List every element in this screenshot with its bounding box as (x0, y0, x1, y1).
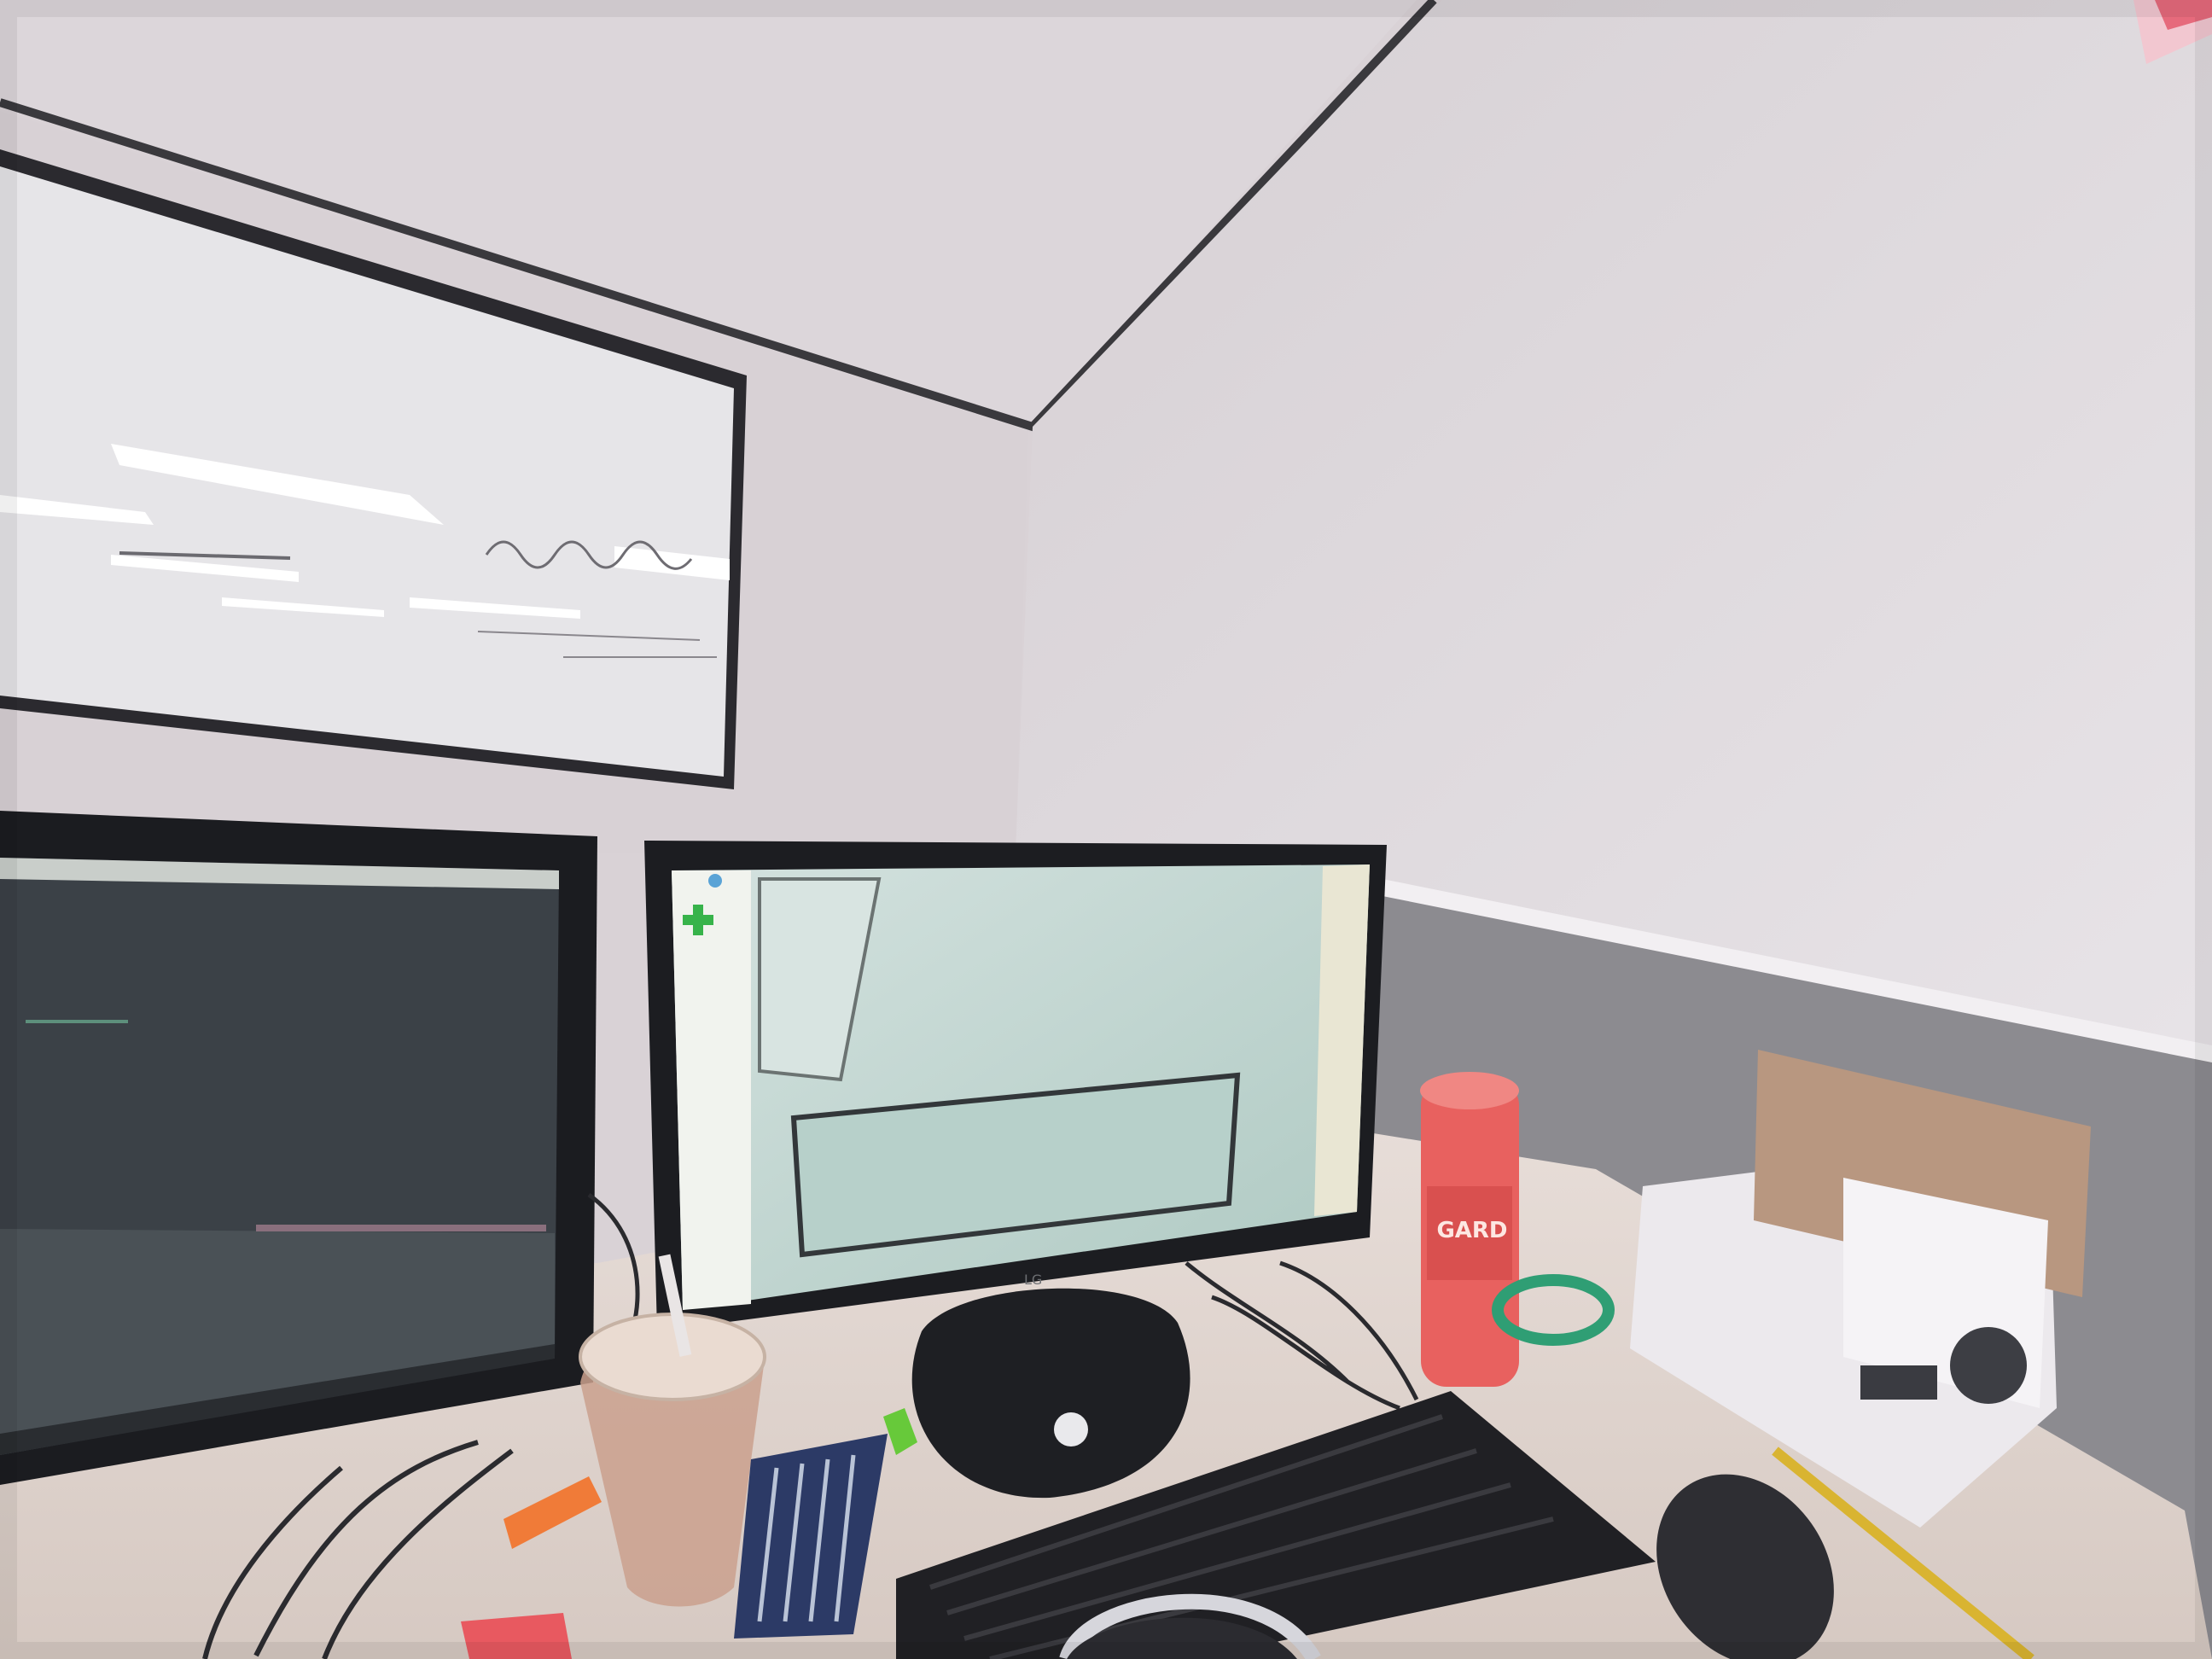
box-product-image (1950, 1327, 2027, 1404)
stand-button (1054, 1412, 1088, 1447)
monitor-brand: LG (1024, 1272, 1042, 1288)
app-left-panel (672, 870, 751, 1310)
office-desk-photo: LG GARD (0, 0, 2212, 1659)
spray-can: GARD (1420, 1072, 1519, 1387)
left-monitor (0, 811, 597, 1485)
box-product-image (1860, 1365, 1937, 1400)
app-icon (708, 874, 722, 888)
left-monitor-code-line (26, 1020, 128, 1023)
left-monitor-toolbar (256, 1225, 546, 1231)
can-label: GARD (1436, 1218, 1507, 1243)
